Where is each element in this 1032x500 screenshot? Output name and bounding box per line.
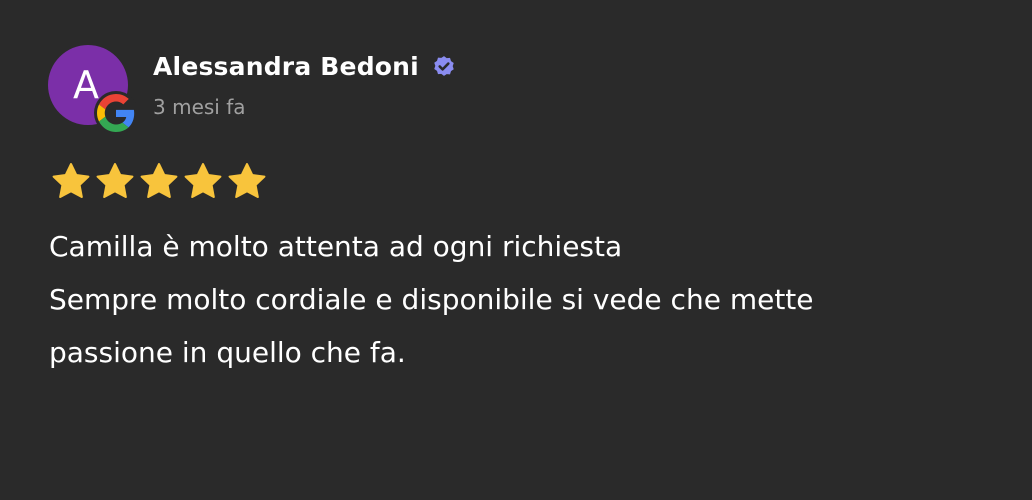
review-text-line: Sempre molto cordiale e disponibile si v… [49, 283, 814, 316]
star-icon [94, 162, 136, 202]
author-name[interactable]: Alessandra Bedoni [153, 52, 419, 81]
review-text-line: Camilla è molto attenta ad ogni richiest… [49, 230, 623, 263]
author-avatar-group: A [48, 45, 138, 135]
star-icon [182, 162, 224, 202]
review-card: A Alessandra Bedoni 3 mesi fa Camilla è … [0, 0, 1032, 500]
review-text-line: passione in quello che fa. [49, 336, 406, 369]
google-g-icon [94, 91, 138, 135]
star-rating [50, 162, 268, 202]
review-date: 3 mesi fa [153, 95, 246, 119]
review-text: Camilla è molto attenta ad ogni richiest… [49, 220, 1032, 379]
author-name-row: Alessandra Bedoni [153, 48, 458, 84]
star-icon [226, 162, 268, 202]
verified-badge-icon [430, 52, 458, 80]
star-icon [50, 162, 92, 202]
star-icon [138, 162, 180, 202]
